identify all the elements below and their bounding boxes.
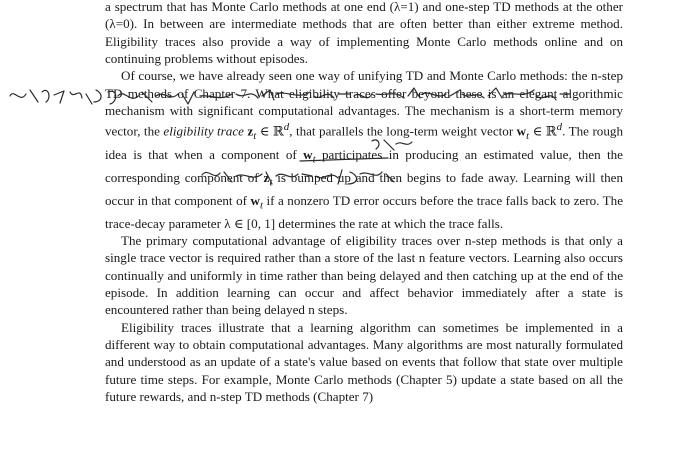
paragraph-1: Of course, we have already seen one way … [105, 67, 623, 232]
body-text: a spectrum that has Monte Carlo methods … [105, 0, 623, 405]
w-symbol-2: w [303, 146, 313, 162]
paragraph-2: The primary computational advantage of e… [105, 232, 623, 318]
paragraph-0: a spectrum that has Monte Carlo methods … [105, 0, 623, 67]
term-eligibility-trace: eligibility trace [163, 123, 244, 139]
w-symbol: w [516, 123, 527, 139]
in-rd-2: ∈ ℝ [529, 123, 557, 139]
in-rd-1: ∈ ℝ [256, 123, 284, 139]
document-page: a spectrum that has Monte Carlo methods … [0, 0, 680, 467]
paragraph-3: Eligibility traces illustrate that a lea… [105, 319, 623, 405]
paragraph-1-part-b: , that parallels the long-term weight ve… [289, 123, 517, 139]
w-symbol-3: w [250, 192, 260, 208]
